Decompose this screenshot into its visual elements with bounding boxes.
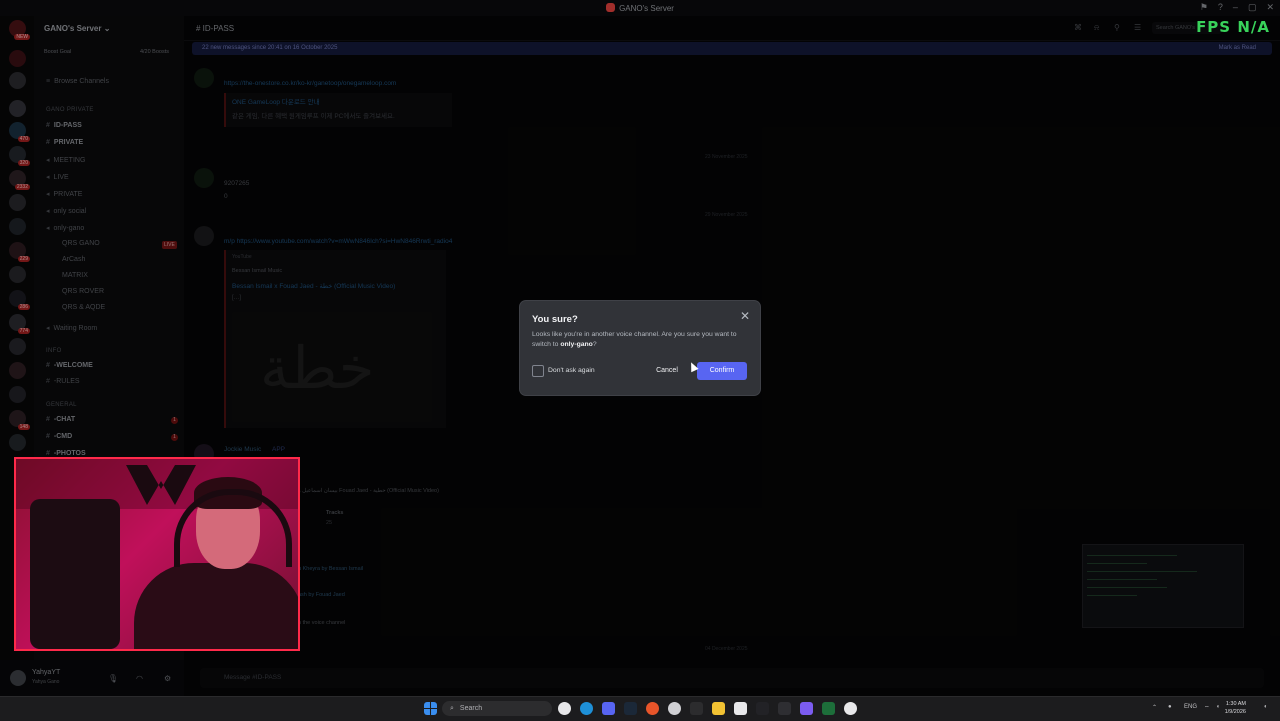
dont-ask-again-checkbox[interactable] bbox=[532, 365, 544, 377]
steam-icon[interactable] bbox=[624, 702, 637, 715]
confirm-switch-dialog: You sure? ✕ Looks like you're in another… bbox=[520, 301, 760, 395]
taskbar: ⌕ Search ⌃ ● ENG ⌔ ◖ 1:30 AM 1/9/2026 ◐ bbox=[0, 696, 1280, 721]
chrome-icon[interactable] bbox=[558, 702, 571, 715]
chrome-icon[interactable] bbox=[844, 702, 857, 715]
clock[interactable]: 1:30 AM 1/9/2026 bbox=[1225, 700, 1246, 716]
gaming-chair bbox=[30, 499, 120, 649]
mic-icon[interactable]: ● bbox=[1168, 704, 1172, 710]
search-icon: ⌕ bbox=[450, 705, 454, 712]
discord-icon[interactable] bbox=[602, 702, 615, 715]
channel-name: only-gano bbox=[560, 341, 593, 348]
terminal-icon[interactable] bbox=[822, 702, 835, 715]
taskbar-search[interactable]: ⌕ Search bbox=[442, 701, 552, 716]
confirm-button[interactable]: Confirm bbox=[697, 362, 747, 380]
dialog-title: You sure? bbox=[532, 314, 578, 325]
fps-counter: FPS N/A bbox=[1196, 18, 1270, 36]
wifi-icon[interactable]: ⌔ bbox=[1204, 704, 1210, 712]
close-icon[interactable]: ✕ bbox=[738, 309, 752, 323]
app-icon[interactable] bbox=[778, 702, 791, 715]
volume-icon[interactable]: ◖ bbox=[1216, 704, 1220, 710]
folder-icon[interactable] bbox=[712, 702, 725, 715]
language-indicator[interactable]: ENG bbox=[1184, 704, 1197, 710]
start-icon[interactable] bbox=[424, 702, 437, 715]
dialog-body: Looks like you're in another voice chann… bbox=[532, 331, 737, 348]
webcam-overlay bbox=[14, 457, 300, 651]
chevron-up-icon[interactable]: ⌃ bbox=[1152, 704, 1157, 711]
notifications-icon[interactable]: ◐ bbox=[1264, 704, 1268, 710]
app-icon[interactable] bbox=[756, 702, 769, 715]
store-icon[interactable] bbox=[734, 702, 747, 715]
edge-icon[interactable] bbox=[580, 702, 593, 715]
person-body bbox=[134, 563, 298, 649]
dont-ask-again-label[interactable]: Don't ask again bbox=[548, 367, 595, 374]
app-icon[interactable] bbox=[690, 702, 703, 715]
obs-icon[interactable] bbox=[668, 702, 681, 715]
app-icon[interactable] bbox=[800, 702, 813, 715]
cancel-button[interactable]: Cancel bbox=[648, 362, 686, 380]
firefox-icon[interactable] bbox=[646, 702, 659, 715]
